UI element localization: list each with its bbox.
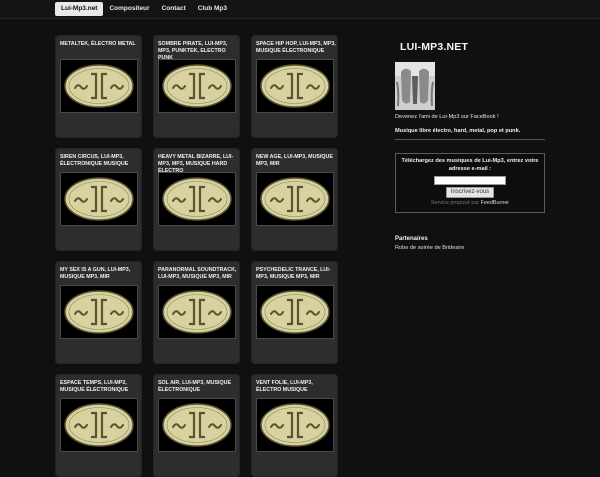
post-card[interactable]: VENT FOLIE, LUI-MP3, ÉLECTRO MUSIQUE bbox=[251, 374, 338, 477]
post-title[interactable]: NEW AGE, LUI-MP3, MUSIQUE MP3, MIR bbox=[256, 154, 336, 168]
post-card[interactable]: SOMBRE PIRATE, LUI-MP3, MP3, PUNKTEK, EL… bbox=[153, 35, 240, 138]
post-card[interactable]: MY SEX IS A GUN, LUI-MP3, MUSIQUE MP3, M… bbox=[55, 261, 142, 364]
post-title[interactable]: SOL AIR, LUI-MP3, MUSIQUE ÉLECTRONIQUE bbox=[158, 380, 238, 394]
post-title[interactable]: PARANORMAL SOUNDTRACK, LUI-MP3, MUSIQUE … bbox=[158, 267, 238, 281]
post-thumbnail[interactable] bbox=[60, 285, 138, 339]
post-title[interactable]: PSYCHEDELIC TRANCE, LUI-MP3, MUSIQUE MP3… bbox=[256, 267, 336, 281]
post-card[interactable]: SOL AIR, LUI-MP3, MUSIQUE ÉLECTRONIQUE bbox=[153, 374, 240, 477]
post-title[interactable]: VENT FOLIE, LUI-MP3, ÉLECTRO MUSIQUE bbox=[256, 380, 336, 394]
lui-mp3-logo-icon bbox=[64, 290, 134, 334]
lui-mp3-logo-icon bbox=[260, 290, 330, 334]
lui-mp3-logo-icon bbox=[64, 403, 134, 447]
facebook-link[interactable]: Devenez l'ami de Lui-Mp3 sur FaceBook ! bbox=[395, 114, 499, 120]
post-thumbnail[interactable] bbox=[158, 59, 236, 113]
site-tagline: Musique libre électro, hard, metal, pop … bbox=[395, 128, 521, 134]
post-thumbnail[interactable] bbox=[256, 59, 334, 113]
post-thumbnail[interactable] bbox=[60, 398, 138, 452]
top-navigation-bar: Lui-Mp3.net Compositeur Contact Club Mp3 bbox=[0, 0, 600, 19]
partners-heading: Partenaires bbox=[395, 236, 428, 242]
post-card[interactable]: PARANORMAL SOUNDTRACK, LUI-MP3, MUSIQUE … bbox=[153, 261, 240, 364]
post-thumbnail[interactable] bbox=[158, 172, 236, 226]
feedburner-link[interactable]: FeedBurner bbox=[481, 200, 509, 206]
lui-mp3-logo-icon bbox=[64, 177, 134, 221]
email-subscribe-box: Téléchargez des musiques de Lui-Mp3, ent… bbox=[395, 153, 545, 213]
post-card[interactable]: HEAVY METAL BIZARRE, LUI-MP3, MP3, MUSIQ… bbox=[153, 148, 240, 251]
nav-item-compositeur[interactable]: Compositeur bbox=[103, 2, 155, 16]
partner-link[interactable]: Robe de soirée de Bridesire bbox=[395, 245, 464, 251]
post-card[interactable]: NEW AGE, LUI-MP3, MUSIQUE MP3, MIR bbox=[251, 148, 338, 251]
post-card[interactable]: PSYCHEDELIC TRANCE, LUI-MP3, MUSIQUE MP3… bbox=[251, 261, 338, 364]
post-title[interactable]: MY SEX IS A GUN, LUI-MP3, MUSIQUE MP3, M… bbox=[60, 267, 140, 281]
post-thumbnail[interactable] bbox=[60, 172, 138, 226]
post-title[interactable]: METALTEK, ÉLECTRO METAL bbox=[60, 41, 140, 48]
email-field[interactable] bbox=[434, 176, 506, 185]
post-title[interactable]: SIREN CIRCUS, LUI-MP3, ÉLECTRONIQUE MUSI… bbox=[60, 154, 140, 168]
post-card[interactable]: METALTEK, ÉLECTRO METAL bbox=[55, 35, 142, 138]
lui-mp3-logo-icon bbox=[162, 290, 232, 334]
nav-item-club-mp3[interactable]: Club Mp3 bbox=[192, 2, 233, 16]
subscribe-label: Téléchargez des musiques de Lui-Mp3, ent… bbox=[401, 158, 539, 172]
main-nav: Lui-Mp3.net Compositeur Contact Club Mp3 bbox=[55, 2, 233, 16]
lui-mp3-logo-icon bbox=[64, 64, 134, 108]
avatar-image-icon bbox=[395, 62, 435, 110]
post-title[interactable]: SPACE HIP HOP, LUI-MP3, MP3, MUSIQUE ÉLE… bbox=[256, 41, 336, 55]
lui-mp3-logo-icon bbox=[260, 64, 330, 108]
post-thumbnail[interactable] bbox=[158, 285, 236, 339]
post-title[interactable]: ESPACE TEMPS, LUI-MP3, MUSIQUE ÉLECTRONI… bbox=[60, 380, 140, 394]
lui-mp3-logo-icon bbox=[260, 403, 330, 447]
avatar[interactable] bbox=[395, 62, 435, 110]
nav-item-home[interactable]: Lui-Mp3.net bbox=[55, 2, 104, 16]
nav-item-contact[interactable]: Contact bbox=[156, 2, 192, 16]
post-thumbnail[interactable] bbox=[256, 285, 334, 339]
post-thumbnail[interactable] bbox=[256, 398, 334, 452]
service-prefix: Service proposé par bbox=[430, 200, 480, 206]
lui-mp3-logo-icon bbox=[162, 403, 232, 447]
sidebar-divider bbox=[395, 139, 545, 140]
service-credit: Service proposé par FeedBurner bbox=[400, 200, 540, 206]
post-card[interactable]: SIREN CIRCUS, LUI-MP3, ÉLECTRONIQUE MUSI… bbox=[55, 148, 142, 251]
post-thumbnail[interactable] bbox=[60, 59, 138, 113]
subscribe-button[interactable]: Inscrivez-vous bbox=[446, 187, 494, 198]
site-title[interactable]: LUI-MP3.NET bbox=[400, 41, 468, 53]
lui-mp3-logo-icon bbox=[260, 177, 330, 221]
lui-mp3-logo-icon bbox=[162, 64, 232, 108]
lui-mp3-logo-icon bbox=[162, 177, 232, 221]
post-card[interactable]: ESPACE TEMPS, LUI-MP3, MUSIQUE ÉLECTRONI… bbox=[55, 374, 142, 477]
post-thumbnail[interactable] bbox=[256, 172, 334, 226]
post-thumbnail[interactable] bbox=[158, 398, 236, 452]
post-card[interactable]: SPACE HIP HOP, LUI-MP3, MP3, MUSIQUE ÉLE… bbox=[251, 35, 338, 138]
